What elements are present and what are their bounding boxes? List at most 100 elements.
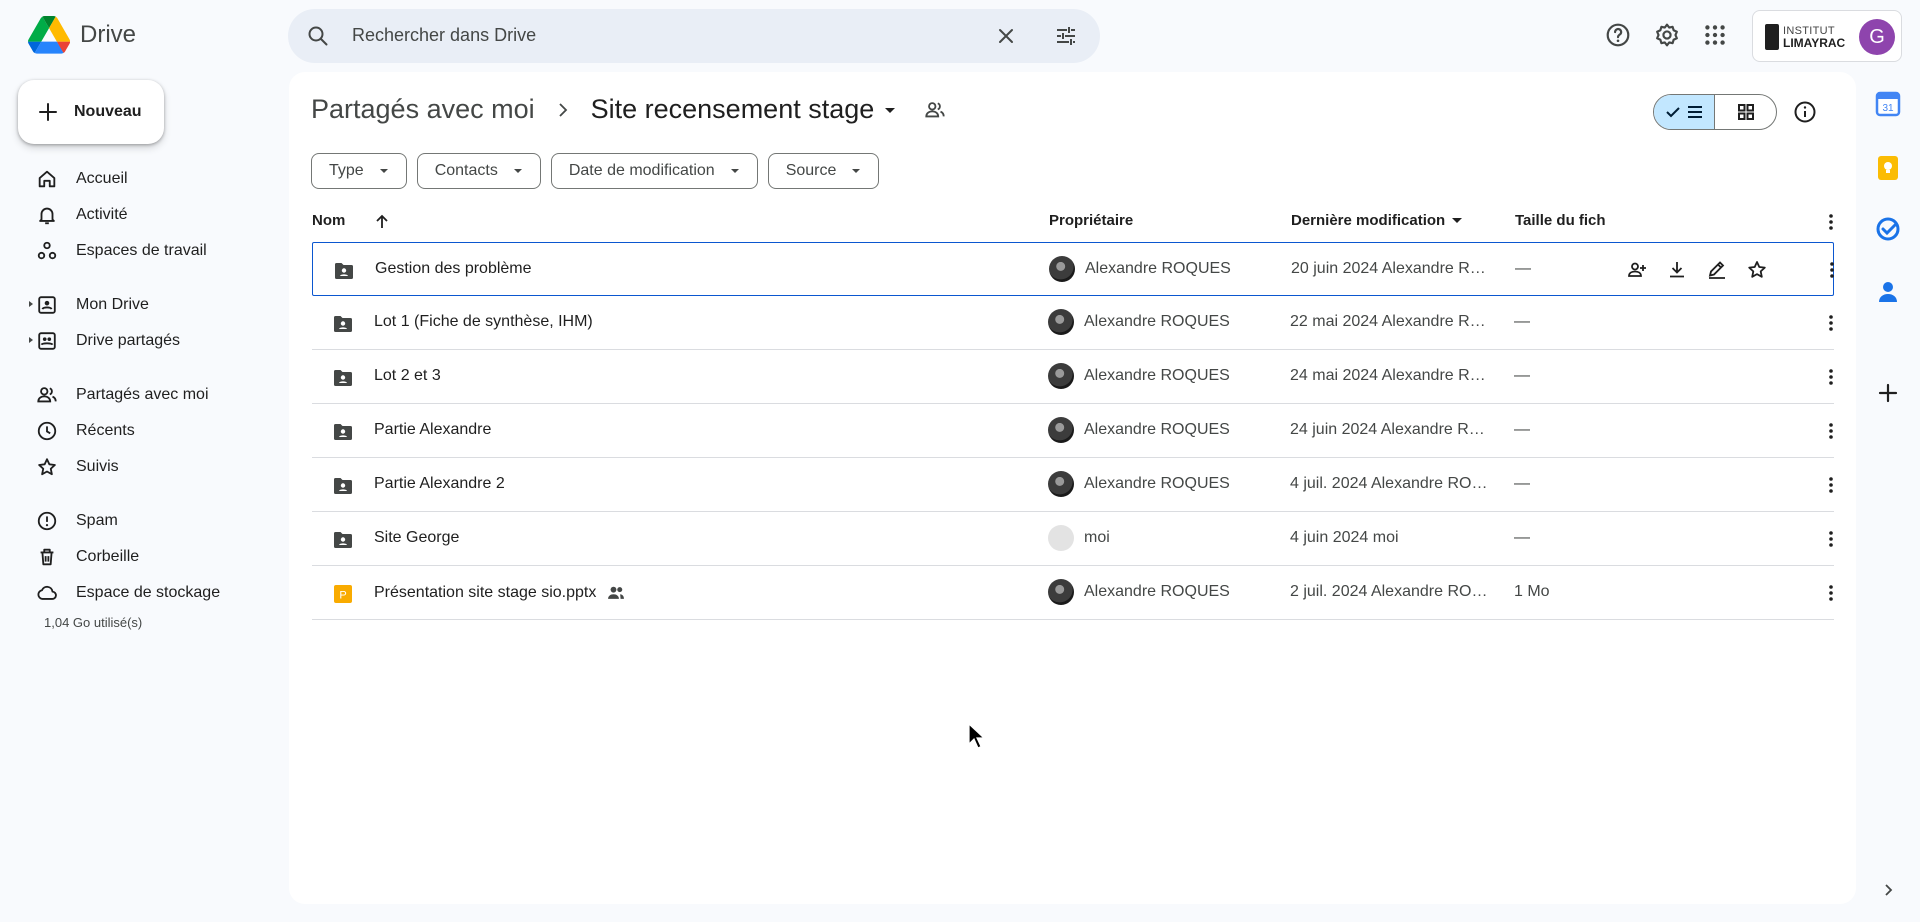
column-header-owner[interactable]: Propriétaire [1049,212,1133,229]
more-vert-icon[interactable] [1820,474,1842,496]
size-cell: — [1514,475,1530,492]
grid-view-button[interactable] [1715,95,1776,129]
search-bar[interactable]: Rechercher dans Drive [288,9,1100,63]
column-header-name[interactable]: Nom [312,212,345,229]
list-view-button[interactable] [1654,95,1716,129]
star-icon [36,456,58,478]
sidebar-item-trash[interactable]: Corbeille [36,540,139,574]
column-header-modified-label: Dernière modification [1291,212,1446,229]
settings-gear-icon[interactable] [1654,22,1680,48]
sidebar-item-spam[interactable]: Spam [36,504,118,538]
modified-cell: 4 juin 2024 moi [1290,529,1399,546]
sidebar-item-workspaces[interactable]: Espaces de travail [36,234,207,268]
table-row[interactable]: Lot 2 et 3 Alexandre ROQUES 24 mai 2024 Al… [312,350,1834,404]
table-row[interactable]: Site George moi 4 juin 2024 moi — [312,512,1834,566]
top-bar: Drive Rechercher dans Drive INSTITUT LIM… [0,0,1920,72]
download-icon[interactable] [1666,259,1688,281]
chevron-right-icon [553,100,573,120]
sidebar-item-shared-drives[interactable]: Drive partagés [36,324,180,358]
shared-folder-icon [332,367,354,389]
people-icon[interactable] [924,99,946,121]
file-name: Gestion des problème [375,260,532,277]
chevron-down-icon[interactable] [880,100,900,120]
modified-cell: 4 juil. 2024 Alexandre ROQUES [1290,475,1495,492]
close-icon[interactable] [994,24,1018,48]
rename-pencil-icon[interactable] [1706,259,1728,281]
account-switcher[interactable]: INSTITUT LIMAYRAC G [1752,10,1902,62]
more-vert-icon[interactable] [1820,366,1842,388]
more-vert-icon[interactable] [1820,312,1842,334]
new-button[interactable]: Nouveau [18,80,164,144]
avatar[interactable]: G [1859,19,1895,55]
apps-grid-icon[interactable] [1702,22,1728,48]
search-icon[interactable] [306,24,330,48]
shared-folder-icon [332,529,354,551]
new-button-label: Nouveau [74,103,142,120]
shared-people-icon [606,583,626,603]
filter-modified-date[interactable]: Date de modification [550,153,758,189]
table-row[interactable]: Lot 1 (Fiche de synthèse, IHM) Alexandre … [312,296,1834,350]
shared-folder-icon [332,313,354,335]
filter-source[interactable]: Source [767,153,880,189]
help-icon[interactable] [1605,22,1631,48]
caret-down-icon [1449,213,1465,229]
file-name-cell[interactable]: Lot 1 (Fiche de synthèse, IHM) [374,313,593,331]
avatar [1048,309,1074,335]
sidebar-item-label: Spam [76,512,118,529]
sidebar-item-my-drive[interactable]: Mon Drive [36,288,149,322]
add-addon-icon[interactable] [1874,379,1902,407]
cloud-icon [36,582,58,604]
search-input[interactable]: Rechercher dans Drive [352,25,536,46]
table-row[interactable]: P Présentation site stage sio.pptx Alexand… [312,566,1834,620]
chevron-right-icon[interactable] [1880,882,1896,898]
filter-type[interactable]: Type [311,153,407,189]
mouse-cursor [968,723,986,749]
owner-name: Alexandre ROQUES [1085,260,1231,277]
breadcrumb-root[interactable]: Partagés avec moi [311,94,535,125]
expand-triangle-icon[interactable] [27,300,35,308]
keep-icon[interactable] [1874,154,1902,182]
more-vert-icon[interactable] [1820,420,1842,442]
file-name-cell[interactable]: Partie Alexandre [374,421,491,439]
sidebar-item-activity[interactable]: Activité [36,198,128,232]
sidebar-item-label: Partagés avec moi [76,386,209,403]
more-vert-icon[interactable] [1820,582,1842,604]
caret-down-icon [510,163,526,179]
arrow-up-icon[interactable] [372,212,392,232]
sidebar-item-label: Récents [76,422,135,439]
file-name: Site George [374,529,460,546]
table-header: Nom Propriétaire Dernière modification T… [312,202,1834,242]
caret-down-icon [848,163,864,179]
sidebar-item-shared-with-me[interactable]: Partagés avec moi [36,378,209,412]
file-name-cell[interactable]: Partie Alexandre 2 [374,475,505,493]
tasks-icon[interactable] [1874,215,1902,243]
more-vert-icon[interactable] [1821,259,1843,281]
file-name-cell[interactable]: Site George [374,529,459,547]
drive-logo[interactable]: Drive [28,16,136,54]
share-add-person-icon[interactable] [1626,259,1648,281]
table-row[interactable]: Gestion des problème Alexandre ROQUES 20 j… [312,242,1834,296]
sidebar-item-recent[interactable]: Récents [36,414,135,448]
page-title[interactable]: Site recensement stage [591,94,875,125]
more-vert-icon[interactable] [1820,211,1842,233]
more-vert-icon[interactable] [1820,528,1842,550]
expand-triangle-icon[interactable] [27,336,35,344]
file-name-cell[interactable]: Gestion des problème [375,260,532,278]
sidebar-item-home[interactable]: Accueil [36,162,128,196]
owner-cell: Alexandre ROQUES [1048,417,1230,443]
table-row[interactable]: Partie Alexandre 2 Alexandre ROQUES 4 juil… [312,458,1834,512]
file-name-cell[interactable]: Présentation site stage sio.pptx [374,583,626,603]
contacts-icon[interactable] [1874,278,1902,306]
column-header-modified[interactable]: Dernière modification [1291,212,1465,229]
sidebar-item-starred[interactable]: Suivis [36,450,119,484]
filter-contacts[interactable]: Contacts [416,153,541,189]
table-row[interactable]: Partie Alexandre Alexandre ROQUES 24 juin … [312,404,1834,458]
star-icon[interactable] [1746,259,1768,281]
column-header-size[interactable]: Taille du fich [1515,212,1606,229]
shared-folder-icon [332,421,354,443]
sidebar-item-storage[interactable]: Espace de stockage [36,576,220,610]
search-options-icon[interactable] [1054,24,1078,48]
info-icon[interactable] [1793,100,1817,124]
calendar-icon[interactable]: 31 [1874,90,1902,118]
file-name-cell[interactable]: Lot 2 et 3 [374,367,441,385]
